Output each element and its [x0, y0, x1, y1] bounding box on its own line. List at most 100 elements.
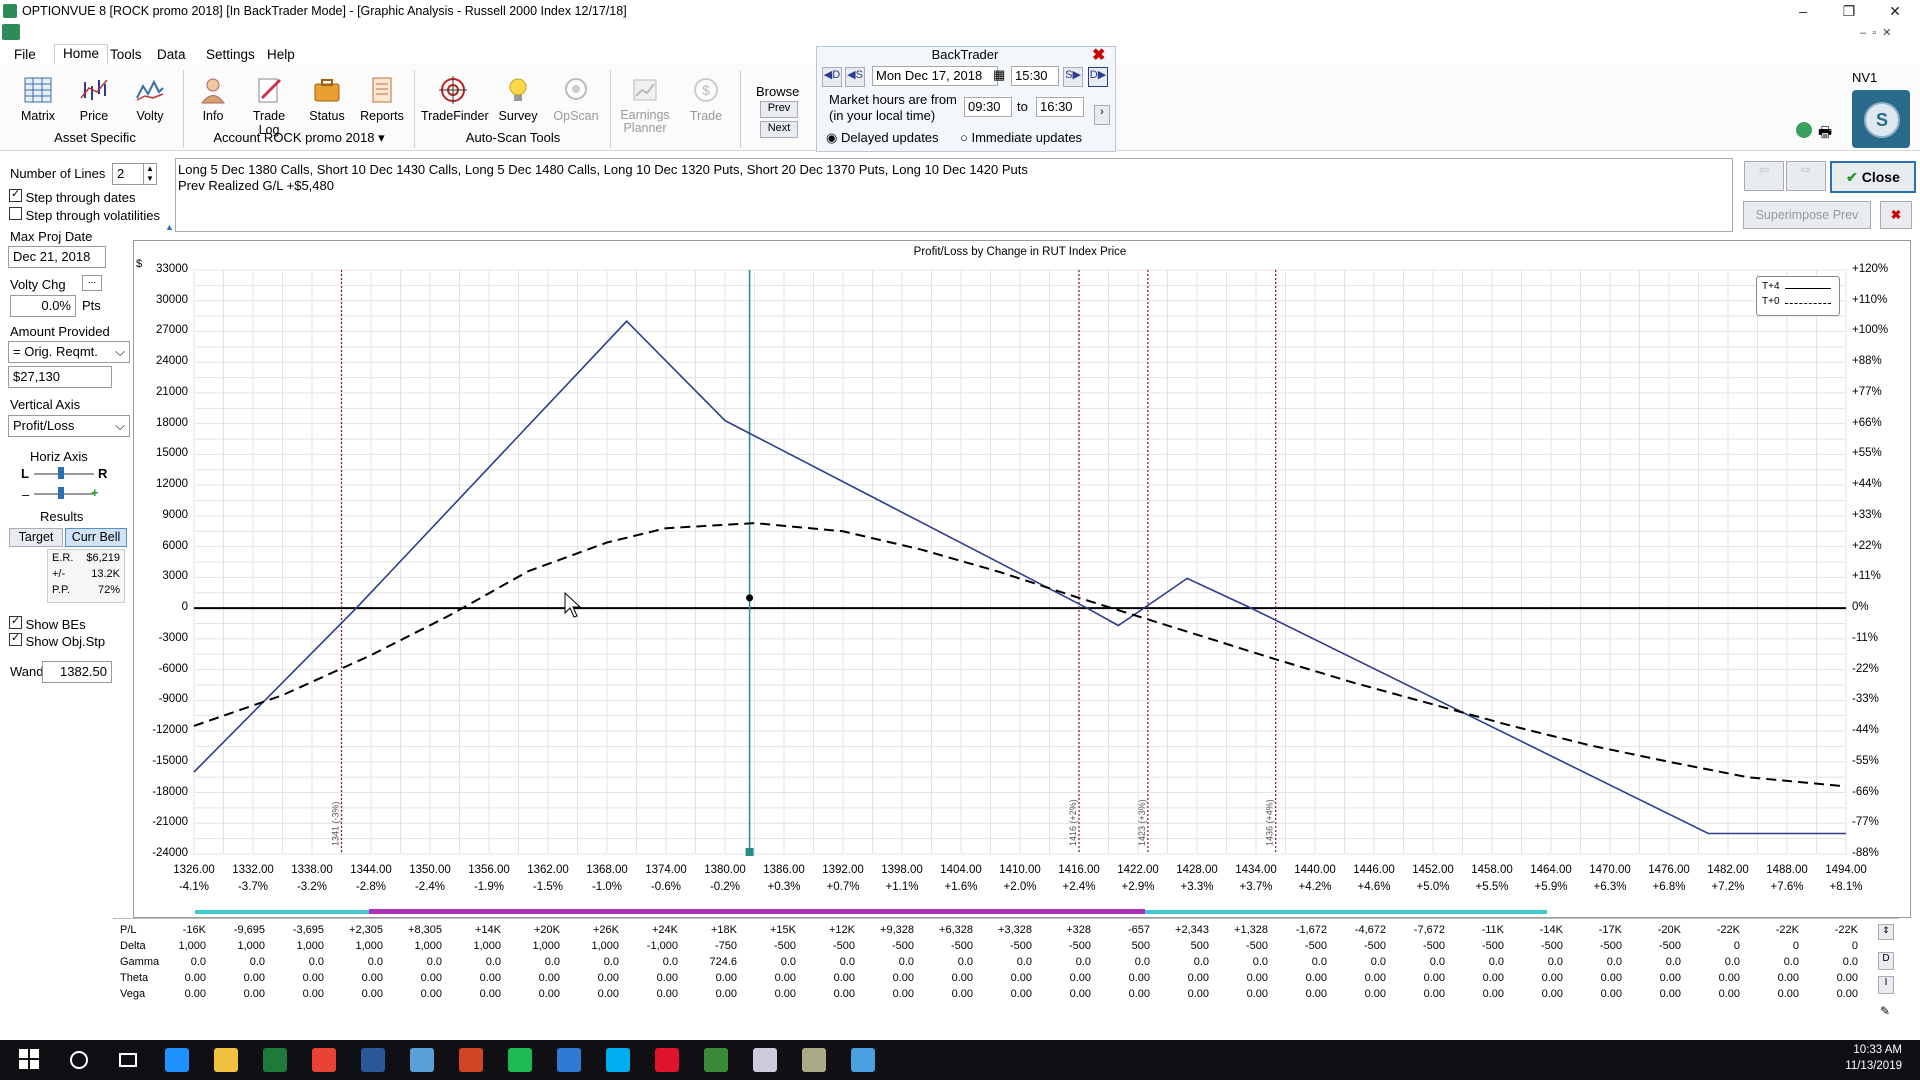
info-button[interactable]: Info	[185, 72, 241, 123]
maximize-button[interactable]: ❐	[1826, 0, 1872, 24]
immediate-updates-radio[interactable]: ○ Immediate updates	[960, 130, 1082, 145]
cortana-icon[interactable]	[67, 1048, 91, 1072]
prev-step-button[interactable]: ◀S	[845, 67, 865, 87]
word-icon[interactable]	[361, 1048, 385, 1072]
print-icon[interactable]: 🖶	[1818, 122, 1832, 147]
opscan-button[interactable]: OpScan	[548, 72, 604, 123]
horiz-axis-slider-thumb[interactable]	[58, 467, 64, 479]
next-step-button[interactable]: S▶	[1063, 67, 1083, 87]
show-bes-checkbox[interactable]: Show BEs	[9, 614, 86, 632]
x-pct-tick-label: -2.4%	[414, 881, 446, 893]
file-explorer-icon[interactable]	[214, 1048, 238, 1072]
expand-arrow-icon[interactable]: ›	[1094, 105, 1110, 125]
backtrader-time-field[interactable]: 15:30	[1011, 66, 1059, 86]
prev-day-button[interactable]: ◀D	[822, 67, 842, 87]
volty-button[interactable]: Volty	[122, 72, 178, 123]
group-auto-scan: Auto-Scan Tools	[465, 130, 561, 145]
delayed-updates-radio[interactable]: ◉ Delayed updates	[826, 130, 939, 146]
target-button[interactable]: Target	[9, 528, 63, 547]
zoom-slider-track[interactable]	[34, 493, 94, 495]
powerpoint-icon[interactable]	[459, 1048, 483, 1072]
table-scroll-icon[interactable]: ⇕	[1878, 924, 1894, 940]
edit-table-icon[interactable]: ✎	[1880, 1004, 1890, 1018]
notepad-icon[interactable]	[410, 1048, 434, 1072]
task-view-icon[interactable]	[116, 1048, 140, 1072]
volty-more-button[interactable]: ...	[82, 275, 102, 291]
backtrader-date-field[interactable]: Mon Dec 17, 2018	[872, 66, 998, 86]
amount-provided-select[interactable]: = Orig. Reqmt. ⌵	[8, 341, 130, 363]
chevron-down-icon: ▾	[378, 130, 385, 145]
zoom-slider-thumb[interactable]	[58, 487, 64, 499]
clear-x-button[interactable]: ✖	[1880, 201, 1912, 229]
checkbox-checked-icon	[9, 631, 22, 646]
calendar-icon[interactable]: ▦	[993, 67, 1005, 83]
optionvue-icon[interactable]	[753, 1048, 777, 1072]
matrix-label: Matrix	[20, 109, 56, 123]
title-bar: OPTIONVUE 8 [ROCK promo 2018] [In BackTr…	[0, 0, 1920, 24]
menu-help[interactable]: Help	[267, 47, 295, 62]
backtrader-close-icon[interactable]: ✖	[1092, 45, 1105, 65]
earnings-planner-button[interactable]: Earnings Planner	[615, 72, 675, 135]
x-tick-label: 1464.00	[1530, 864, 1572, 876]
menu-data[interactable]: Data	[157, 47, 186, 62]
mdi-controls[interactable]: – ▫ ✕	[1860, 26, 1891, 39]
vertical-axis-select[interactable]: Profit/Loss ⌵	[8, 415, 130, 437]
tradefinder-button[interactable]: TradeFinder	[421, 72, 489, 123]
menu-tools[interactable]: Tools	[110, 47, 142, 62]
max-proj-field[interactable]: Dec 21, 2018	[8, 246, 106, 268]
excel-icon[interactable]	[263, 1048, 287, 1072]
bug-icon[interactable]	[802, 1048, 826, 1072]
wand-field[interactable]: 1382.50	[42, 661, 112, 683]
spotify-icon[interactable]	[508, 1048, 532, 1072]
y-pct-tick-label: -11%	[1852, 631, 1878, 644]
snowflake-icon[interactable]	[851, 1048, 875, 1072]
survey-button[interactable]: Survey	[490, 72, 546, 123]
minimize-button[interactable]: –	[1780, 0, 1826, 24]
close-window-button[interactable]: ✕	[1872, 0, 1918, 24]
table-i-button[interactable]: I	[1878, 976, 1894, 994]
show-objstp-checkbox[interactable]: Show Obj.Stp	[9, 631, 105, 649]
horiz-axis-slider-track[interactable]	[34, 473, 94, 475]
num-lines-field[interactable]: 2	[112, 163, 144, 185]
account-code: NV1	[1852, 70, 1878, 85]
edge-icon[interactable]	[165, 1048, 189, 1072]
skype-icon[interactable]	[606, 1048, 630, 1072]
group-account[interactable]: Account ROCK promo 2018 ▾	[186, 130, 412, 146]
price-button[interactable]: Price	[66, 72, 122, 123]
curr-bell-button[interactable]: Curr Bell	[65, 528, 127, 547]
table-d-button[interactable]: D	[1878, 952, 1894, 970]
forward-arrow-button[interactable]: ⇨	[1786, 161, 1826, 191]
close-button[interactable]: ✔ Close	[1830, 161, 1916, 193]
back-arrow-button[interactable]: ⇦	[1744, 161, 1784, 191]
market-from-field[interactable]: 09:30	[964, 97, 1012, 117]
browse-prev-button[interactable]: Prev	[760, 101, 798, 118]
menu-settings[interactable]: Settings	[206, 47, 255, 62]
next-day-button[interactable]: D▶	[1088, 67, 1108, 87]
trade-button[interactable]: $ Trade	[678, 72, 734, 123]
browse-next-button[interactable]: Next	[760, 121, 798, 138]
menu-file[interactable]: File	[14, 47, 36, 62]
windows-start-icon[interactable]	[18, 1048, 42, 1072]
chrome-icon[interactable]	[312, 1048, 336, 1072]
y-tick-label: 12000	[156, 478, 188, 491]
amount-value-field[interactable]: $27,130	[8, 366, 112, 388]
matrix-button[interactable]: Matrix	[10, 72, 66, 123]
step-dates-checkbox[interactable]: Step through dates	[9, 187, 135, 205]
reports-button[interactable]: Reports	[354, 72, 410, 123]
tradefinder-label: TradeFinder	[421, 109, 489, 123]
trade-log-button[interactable]: Trade Log	[241, 72, 297, 137]
x-pct-tick-label: +2.0%	[1003, 881, 1037, 893]
step-vols-checkbox[interactable]: Step through volatilities	[9, 207, 160, 223]
resize-handle-icon[interactable]: ▲	[165, 222, 174, 232]
opera-icon[interactable]	[655, 1048, 679, 1072]
num-lines-spinner[interactable]: ▲ ▼	[143, 163, 157, 185]
volty-chg-field[interactable]: 0.0%	[10, 295, 76, 317]
greek-cell: 0.00	[1659, 988, 1681, 1000]
status-button[interactable]: Status	[299, 72, 355, 123]
superimpose-prev-button[interactable]: Superimpose Prev	[1743, 201, 1871, 229]
tradestation-icon[interactable]	[704, 1048, 728, 1072]
y-pct-tick-label: +11%	[1852, 570, 1881, 583]
market-to-field[interactable]: 16:30	[1036, 97, 1084, 117]
refresh-icon[interactable]	[1796, 122, 1812, 138]
todo-icon[interactable]	[557, 1048, 581, 1072]
